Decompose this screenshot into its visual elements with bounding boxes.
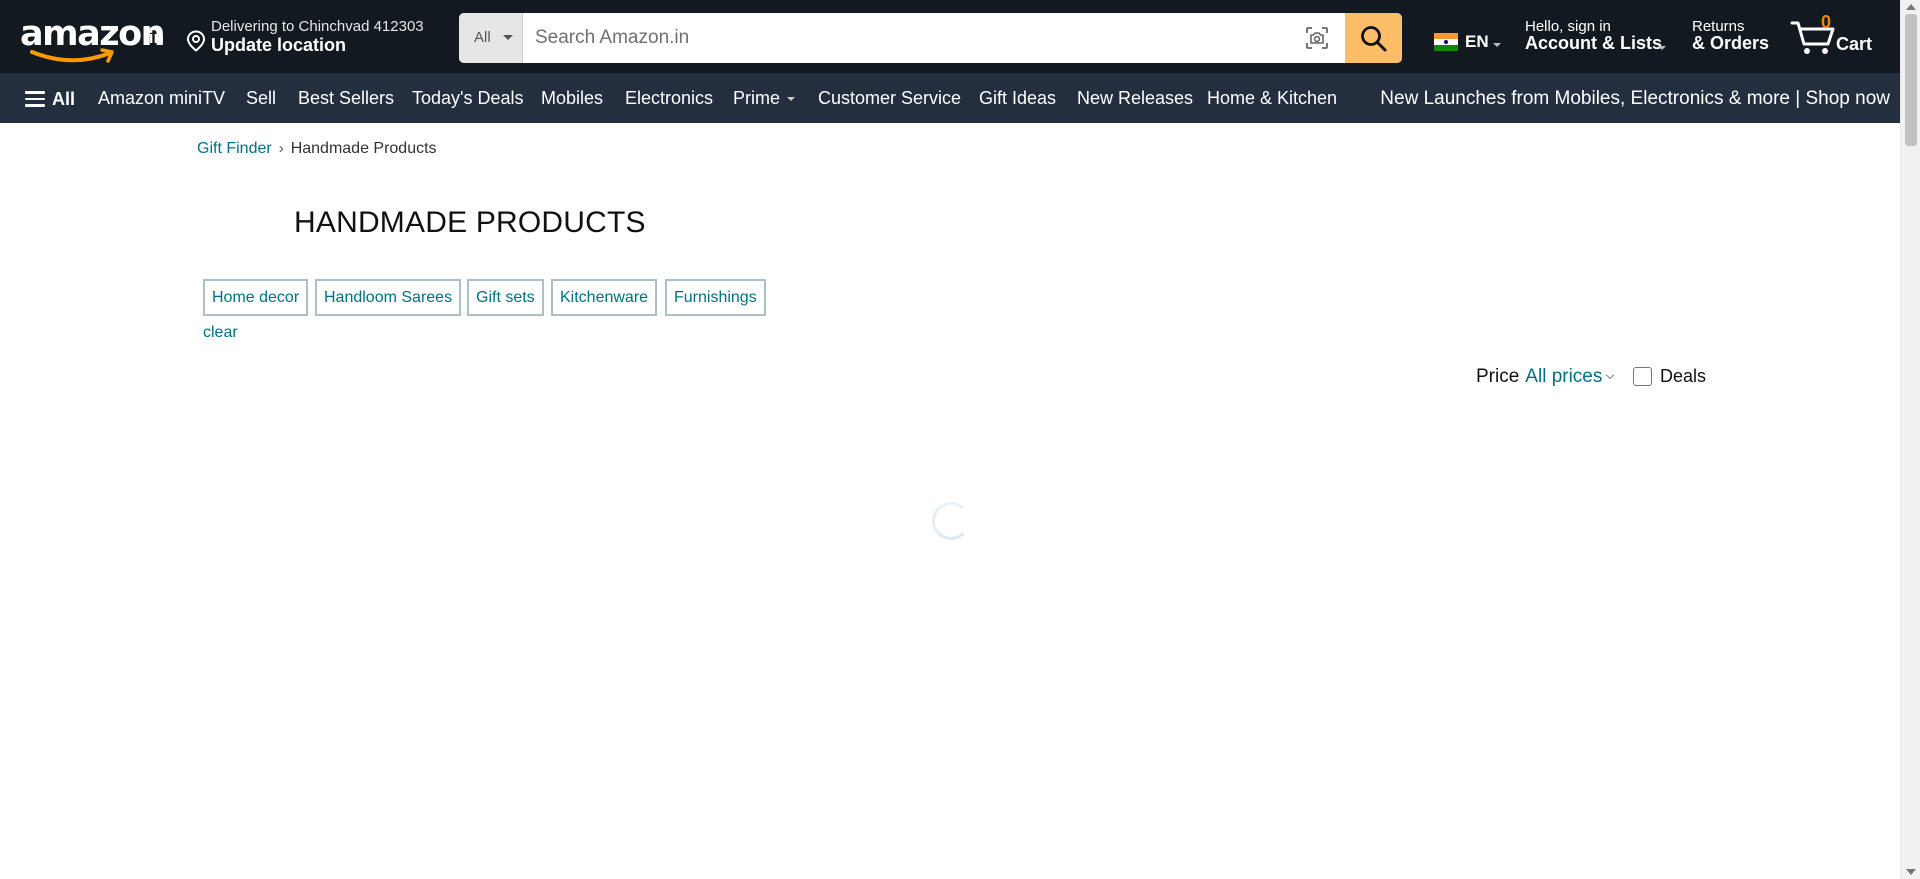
- caret-down-icon: [503, 35, 513, 40]
- cart-label: Cart: [1836, 34, 1873, 54]
- filter-chip-gift-sets[interactable]: Gift sets: [467, 279, 544, 316]
- loading-spinner-icon: [932, 502, 970, 540]
- breadcrumb-separator-icon: ›: [278, 140, 284, 157]
- hamburger-icon: [25, 91, 45, 107]
- nav-link-minitv[interactable]: Amazon miniTV: [98, 88, 225, 109]
- filter-chip-kitchenware[interactable]: Kitchenware: [551, 279, 658, 316]
- search-category-dropdown[interactable]: All: [459, 13, 523, 63]
- chevron-down-icon: [1606, 370, 1615, 380]
- caret-down-icon: [1493, 43, 1501, 47]
- nav-link-home-kitchen[interactable]: Home & Kitchen: [1207, 88, 1337, 109]
- delivery-location[interactable]: Delivering to Chinchvad 412303 Update lo…: [186, 16, 436, 58]
- search-bar: All: [459, 13, 1402, 63]
- filter-chip-home-decor[interactable]: Home decor: [203, 279, 309, 316]
- nav-link-mobiles[interactable]: Mobiles: [541, 88, 603, 109]
- nav-link-prime-label: Prime: [733, 88, 781, 108]
- orders-label: & Orders: [1692, 33, 1770, 53]
- page-title: HANDMADE PRODUCTS: [294, 206, 646, 239]
- location-pin-icon: [186, 30, 206, 52]
- account-lists-label: Account & Lists: [1525, 33, 1663, 53]
- nav-link-sell[interactable]: Sell: [246, 88, 276, 109]
- caret-down-icon: [787, 97, 796, 102]
- filter-chip-furnishings[interactable]: Furnishings: [665, 279, 766, 316]
- price-filter[interactable]: Price All prices: [1476, 366, 1615, 388]
- delivery-line1: Delivering to Chinchvad 412303: [211, 18, 424, 35]
- smile-arrow-icon: [30, 48, 114, 63]
- nav-link-customer-service[interactable]: Customer Service: [818, 88, 961, 109]
- nav-link-todays-deals[interactable]: Today's Deals: [412, 88, 524, 109]
- deals-checkbox[interactable]: [1633, 367, 1652, 386]
- clear-filters-link[interactable]: clear: [203, 324, 238, 342]
- cart-button[interactable]: 0 Cart: [1790, 12, 1885, 60]
- breadcrumb-current: Handmade Products: [290, 140, 437, 157]
- scroll-down-arrow-icon[interactable]: [1906, 869, 1916, 875]
- breadcrumb: Gift Finder › Handmade Products: [197, 140, 437, 158]
- nav-link-gift-ideas[interactable]: Gift Ideas: [979, 88, 1056, 109]
- search-icon: [1361, 26, 1387, 52]
- search-button[interactable]: [1345, 13, 1402, 63]
- cart-count: 0: [1821, 12, 1832, 32]
- camera-search-icon[interactable]: [1304, 25, 1330, 51]
- all-menu-label: All: [52, 89, 76, 109]
- nav-link-new-releases[interactable]: New Releases: [1077, 88, 1193, 109]
- amazon-logo[interactable]: amazon .in: [20, 14, 166, 63]
- promo-banner-link[interactable]: New Launches from Mobiles, Electronics &…: [1380, 88, 1890, 110]
- search-input[interactable]: [523, 13, 1293, 63]
- delivery-line2: Update location: [211, 35, 347, 55]
- search-category-label: All: [474, 29, 491, 46]
- breadcrumb-gift-finder[interactable]: Gift Finder: [197, 140, 272, 157]
- language-code: EN: [1465, 32, 1489, 51]
- page-scrollbar[interactable]: [1900, 0, 1920, 879]
- scrollbar-thumb[interactable]: [1905, 14, 1917, 146]
- caret-down-icon: [1658, 46, 1666, 50]
- logo-suffix: .in: [144, 28, 164, 47]
- filter-chip-handloom-sarees[interactable]: Handloom Sarees: [315, 279, 462, 316]
- price-filter-value: All prices: [1525, 366, 1603, 387]
- nav-link-prime[interactable]: Prime: [733, 88, 796, 109]
- price-filter-label: Price: [1476, 366, 1520, 387]
- india-flag-icon: [1434, 33, 1458, 51]
- nav-link-best-sellers[interactable]: Best Sellers: [298, 88, 394, 109]
- scroll-up-arrow-icon[interactable]: [1906, 4, 1916, 10]
- nav-link-electronics[interactable]: Electronics: [625, 88, 713, 109]
- deals-label: Deals: [1660, 366, 1707, 386]
- sub-nav: All Amazon miniTV Sell Best Sellers Toda…: [0, 73, 1900, 123]
- top-nav: amazon .in Delivering to Chinchvad 41230…: [0, 0, 1900, 73]
